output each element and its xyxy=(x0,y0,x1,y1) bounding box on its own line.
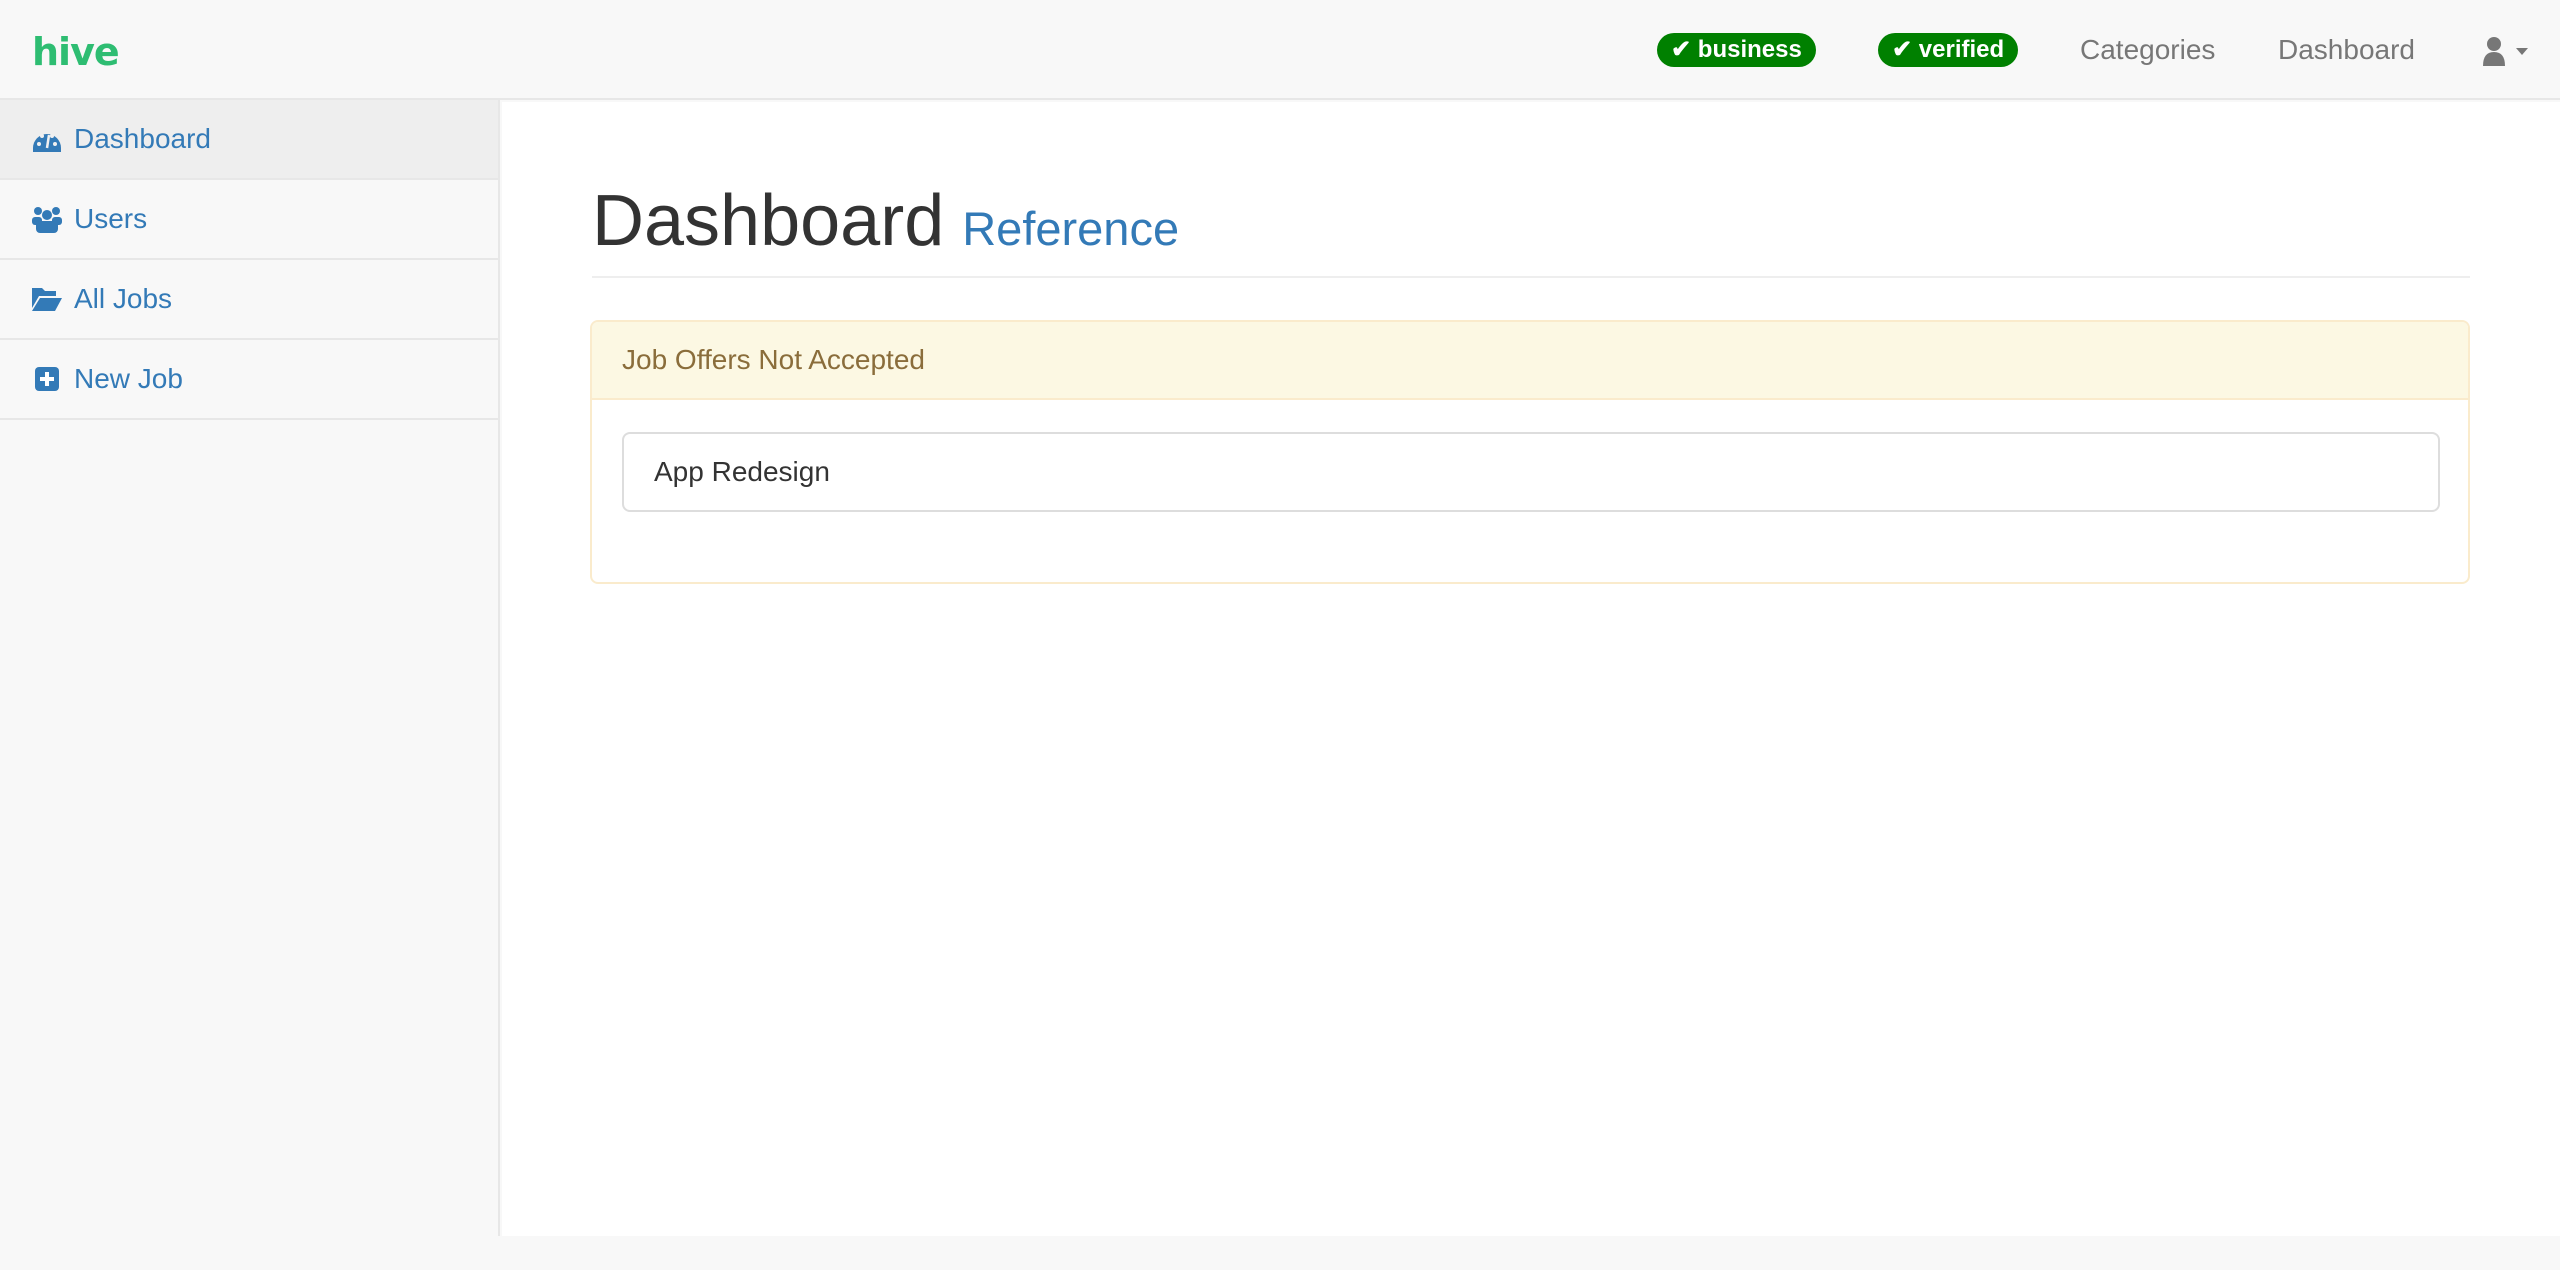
sidebar-item-label: All Jobs xyxy=(74,283,173,314)
panel-heading: Job Offers Not Accepted xyxy=(592,322,2468,400)
sidebar-item-new-job[interactable]: New Job xyxy=(0,340,498,420)
caret-down-icon xyxy=(2516,48,2528,55)
folder-open-icon xyxy=(32,288,62,311)
main-content: Dashboard Reference Job Offers Not Accept… xyxy=(502,102,2560,1236)
sidebar-item-label: New Job xyxy=(74,363,183,394)
divider xyxy=(592,276,2470,278)
page-title-text: Dashboard xyxy=(592,181,945,261)
nav-categories-link[interactable]: Categories xyxy=(2080,32,2215,68)
page-subtitle: Reference xyxy=(962,202,1180,255)
tachometer-icon xyxy=(33,134,61,152)
check-icon: ✔ xyxy=(1892,36,1919,63)
navbar: hive ✔ business ✔ verified Categories Da… xyxy=(0,0,2560,100)
sidebar-item-users[interactable]: Users xyxy=(0,180,498,260)
users-icon xyxy=(32,207,62,233)
page-title: Dashboard Reference xyxy=(592,180,1179,262)
sidebar-item-all-jobs[interactable]: All Jobs xyxy=(0,260,498,340)
verified-badge: ✔ verified xyxy=(1878,33,2019,67)
nav-dashboard-link[interactable]: Dashboard xyxy=(2278,32,2415,68)
job-offers-panel: Job Offers Not Accepted App Redesign xyxy=(590,320,2470,584)
brand-logo[interactable]: hive xyxy=(32,30,120,74)
sidebar-item-label: Users xyxy=(74,203,148,234)
sidebar-item-label: Dashboard xyxy=(74,123,211,154)
badge-label: verified xyxy=(1918,36,2005,63)
plus-square-icon xyxy=(35,367,59,391)
sidebar-item-dashboard[interactable]: Dashboard xyxy=(0,100,498,180)
user-menu-dropdown[interactable] xyxy=(2482,36,2542,66)
badge-label: business xyxy=(1697,36,1802,63)
user-icon xyxy=(2483,37,2528,66)
sidebar: Dashboard Users All Jobs New Job xyxy=(0,100,500,1236)
list-item[interactable]: App Redesign xyxy=(622,432,2440,512)
business-badge: ✔ business xyxy=(1657,33,1816,67)
check-icon: ✔ xyxy=(1671,36,1698,63)
